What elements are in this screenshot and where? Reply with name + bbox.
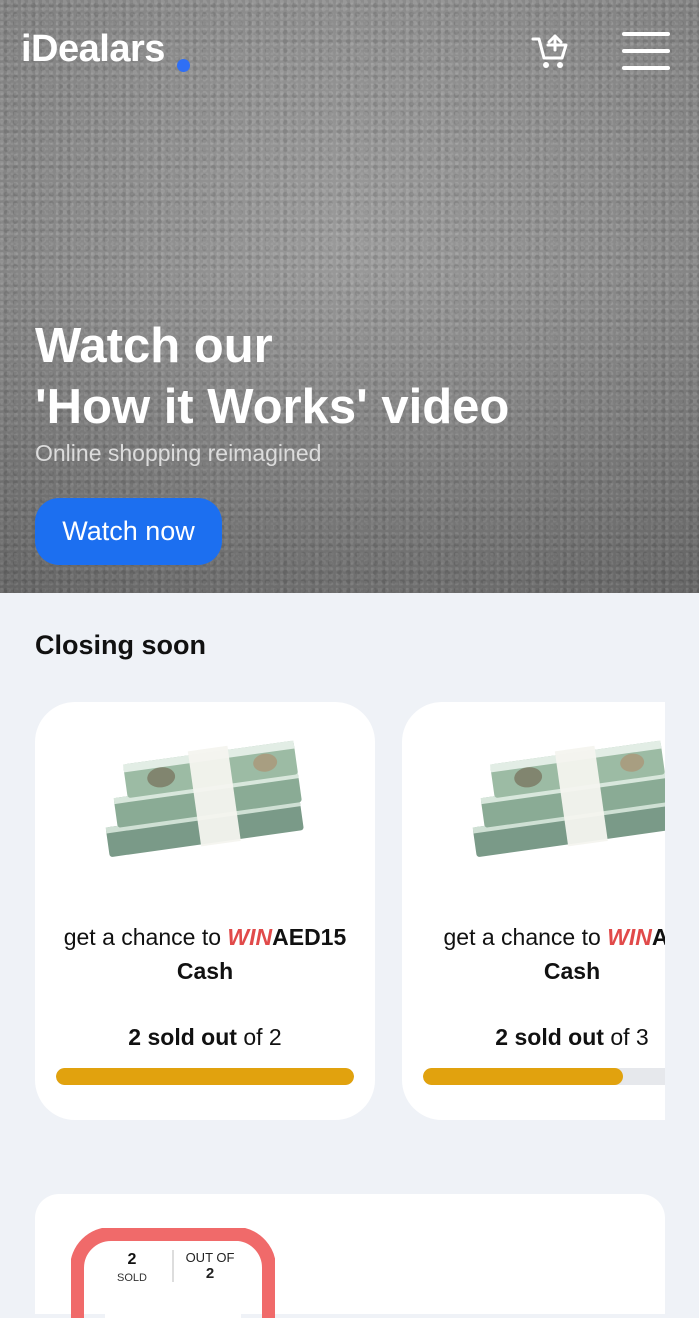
card-prize-line2: Cash <box>176 958 234 984</box>
sold-count-value: 2 sold out <box>128 1024 237 1050</box>
progress-fill <box>56 1068 354 1085</box>
watch-now-button[interactable]: Watch now <box>35 498 222 565</box>
cash-stack-icon <box>472 740 665 857</box>
sold-counter-label: SOLD <box>117 1272 147 1284</box>
logo[interactable]: iDealars <box>21 28 165 71</box>
cash-stack-icon <box>105 740 304 857</box>
total-counter: OUT OF 2 <box>172 1250 246 1282</box>
hero-title: Watch our 'How it Works' video <box>35 316 509 438</box>
progress-bar <box>423 1068 665 1085</box>
hero-banner: iDealars Watch our 'How it Works' video … <box>0 0 699 593</box>
card-prize: AED15 <box>272 924 347 950</box>
menu-bar-bottom <box>622 66 670 70</box>
out-of-label: OUT OF <box>185 1250 235 1265</box>
sold-count: 2 sold out of 3 <box>402 1024 665 1051</box>
sold-count-value: 2 sold out <box>495 1024 604 1050</box>
card-prize-line: get a chance to WINAED <box>402 924 665 951</box>
hero-subtitle: Online shopping reimagined <box>35 440 322 466</box>
menu-bar-middle <box>622 49 670 53</box>
sold-counter-value: 2 <box>127 1251 137 1268</box>
logo-dot <box>177 59 190 72</box>
win-label: WIN <box>607 924 652 950</box>
sold-count: 2 sold out of 2 <box>35 1024 375 1051</box>
hero-title-line1: Watch our <box>35 319 273 373</box>
sold-count-total: of 3 <box>610 1024 649 1050</box>
closing-soon-carousel[interactable]: get a chance to WINAED15 Cash 2 sold out… <box>35 702 665 1120</box>
card-prize-line: get a chance to WINAED15 <box>35 924 375 951</box>
menu-bar-top <box>622 32 670 36</box>
card-prefix: get a chance to <box>443 924 601 950</box>
card-prefix: get a chance to <box>63 924 222 950</box>
product-card[interactable]: get a chance to WINAED Cash 2 sold out o… <box>402 702 665 1120</box>
progress-bar <box>56 1068 354 1085</box>
card-prize-line2: Cash <box>543 958 601 984</box>
hero-title-line2: 'How it Works' video <box>35 380 510 434</box>
product-card[interactable]: get a chance to WINAED15 Cash 2 sold out… <box>35 702 375 1120</box>
sold-count-total: of 2 <box>243 1024 282 1050</box>
hamburger-menu-icon[interactable] <box>622 32 670 72</box>
section-title: Closing soon <box>35 630 206 660</box>
cart-add-icon[interactable] <box>531 34 569 72</box>
sold-counter: 2 SOLD <box>95 1251 169 1287</box>
progress-fill <box>423 1068 623 1085</box>
win-label: WIN <box>227 924 273 950</box>
card-prize: AED <box>651 924 665 950</box>
